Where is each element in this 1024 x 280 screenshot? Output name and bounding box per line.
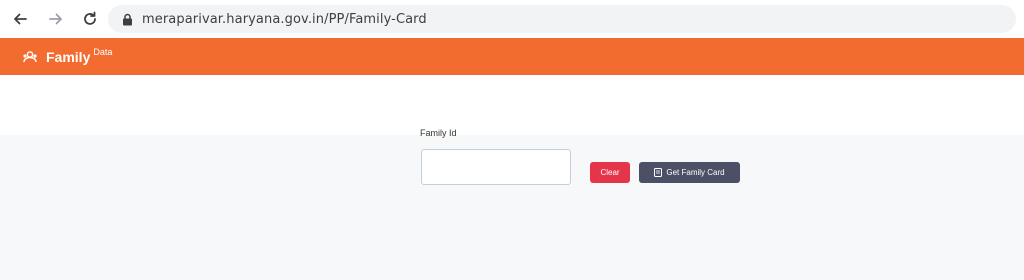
page-banner: [0, 75, 1024, 135]
url-text: meraparivar.haryana.gov.in/PP/Family-Car…: [142, 11, 427, 27]
brand-title[interactable]: Family: [46, 49, 90, 65]
reload-icon: [84, 11, 96, 25]
reload-button[interactable]: [78, 7, 102, 31]
family-logo-icon: [22, 50, 40, 64]
app-header: Family Data: [0, 38, 1024, 75]
family-id-label: Family Id: [420, 128, 457, 138]
get-family-card-button[interactable]: Get Family Card: [639, 162, 740, 183]
forward-button[interactable]: [44, 7, 68, 31]
back-button[interactable]: [8, 7, 32, 31]
arrow-left-icon: [14, 13, 27, 25]
clear-button[interactable]: Clear: [590, 162, 630, 183]
clear-button-label: Clear: [600, 168, 620, 177]
browser-toolbar: meraparivar.haryana.gov.in/PP/Family-Car…: [0, 0, 1024, 38]
get-family-card-label: Get Family Card: [666, 168, 725, 177]
card-icon: [654, 168, 663, 177]
family-id-input[interactable]: [421, 149, 571, 185]
address-bar[interactable]: meraparivar.haryana.gov.in/PP/Family-Car…: [108, 5, 1016, 33]
lock-icon: [120, 11, 134, 27]
arrow-right-icon: [49, 13, 62, 25]
brand-subtitle: Data: [93, 46, 113, 57]
